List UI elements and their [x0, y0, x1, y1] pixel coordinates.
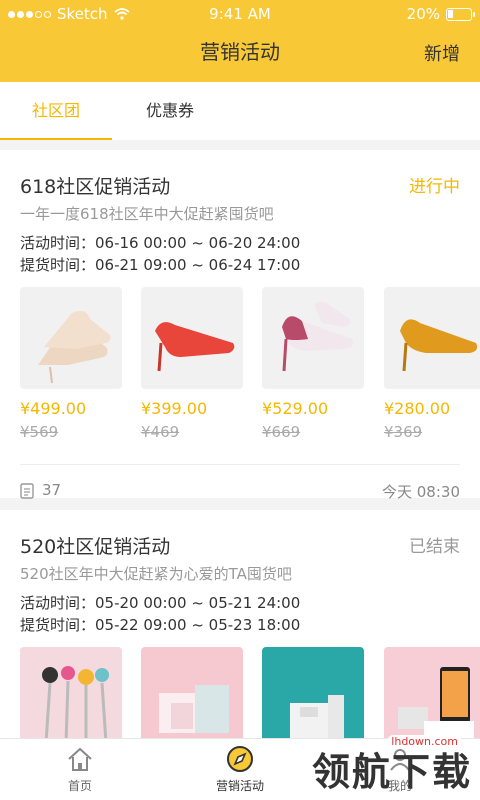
product-original-price: ¥669 — [262, 423, 301, 441]
tabbar-marketing[interactable]: 营销活动 — [192, 745, 288, 794]
home-icon — [68, 747, 92, 771]
product-item[interactable]: ¥529.00 ¥669 — [262, 287, 364, 441]
card-footer: 37 今天 08:30 — [20, 464, 460, 514]
add-button[interactable]: 新增 — [424, 40, 460, 66]
top-bar: Sketch 9:41 AM 20% 营销活动 新增 — [0, 0, 480, 82]
tabbar-label: 营销活动 — [215, 779, 264, 793]
clipboard-icon — [20, 482, 34, 499]
participant-count: 37 — [20, 481, 61, 499]
tabbar-label: 首页 — [67, 779, 92, 793]
product-list: ¥499.00 ¥569 ¥399.00 ¥469 ¥529.00 ¥669 ¥… — [20, 287, 480, 447]
product-price: ¥529.00 — [262, 399, 329, 418]
status-badge: 进行中 — [409, 177, 460, 197]
product-price: ¥399.00 — [141, 399, 208, 418]
product-original-price: ¥569 — [20, 423, 59, 441]
tabbar-home[interactable]: 首页 — [32, 745, 128, 794]
watermark-text: 领航下载 — [311, 750, 472, 794]
pickup-time: 提货时间：05-22 09:00 ~ 05-23 18:00 — [20, 616, 301, 634]
product-image-phone-stand — [384, 647, 480, 749]
product-item[interactable] — [384, 647, 480, 749]
battery-icon — [446, 7, 475, 21]
product-item[interactable]: ¥280.00 ¥369 — [384, 287, 480, 441]
product-image-pink-heel — [262, 287, 364, 389]
product-image-orange-heel — [384, 287, 480, 389]
product-item[interactable] — [262, 647, 364, 749]
product-item[interactable] — [141, 647, 243, 749]
product-price: ¥280.00 — [384, 399, 451, 418]
product-image-red-heel — [141, 287, 243, 389]
activity-description: 520社区年中大促赶紧为心爱的TA囤货吧 — [20, 565, 292, 583]
watermark: lhdown.com 领航下载 — [311, 735, 472, 796]
tab-community-group[interactable]: 社区团 — [0, 82, 112, 140]
product-image-tissue-box — [262, 647, 364, 749]
page-title: 营销活动 — [200, 40, 280, 64]
product-original-price: ¥469 — [141, 423, 180, 441]
activity-description: 一年一度618社区年中大促赶紧囤货吧 — [20, 205, 274, 223]
count-value: 37 — [42, 481, 62, 499]
product-image-nude-heel — [20, 287, 122, 389]
product-price: ¥499.00 — [20, 399, 87, 418]
product-item[interactable]: ¥399.00 ¥469 — [141, 287, 243, 441]
activity-title: 618社区促销活动 — [20, 176, 171, 198]
product-image-storage-box — [141, 647, 243, 749]
battery-percent: 20% — [406, 5, 440, 23]
tab-coupons[interactable]: 优惠券 — [112, 82, 228, 140]
watermark-url: lhdown.com — [387, 735, 462, 748]
activity-card[interactable]: 618社区促销活动 进行中 一年一度618社区年中大促赶紧囤货吧 活动时间：06… — [0, 150, 480, 501]
product-item[interactable]: ¥499.00 ¥569 — [20, 287, 122, 441]
product-image-cutlery — [20, 647, 122, 749]
activity-time: 活动时间：05-20 00:00 ~ 05-21 24:00 — [20, 594, 301, 612]
activity-timestamp: 今天 08:30 — [382, 483, 460, 501]
activity-title: 520社区促销活动 — [20, 536, 171, 558]
status-badge: 已结束 — [409, 537, 460, 557]
status-bar: Sketch 9:41 AM 20% — [0, 0, 480, 28]
pickup-time: 提货时间：06-21 09:00 ~ 06-24 17:00 — [20, 256, 301, 274]
activity-time: 活动时间：06-16 00:00 ~ 06-20 24:00 — [20, 234, 301, 252]
compass-icon — [227, 746, 253, 772]
battery-status: 20% — [406, 5, 475, 23]
segment-tabs: 社区团 优惠券 — [0, 82, 480, 140]
activity-card[interactable]: 520社区促销活动 已结束 520社区年中大促赶紧为心爱的TA囤货吧 活动时间：… — [0, 510, 480, 750]
product-original-price: ¥369 — [384, 423, 423, 441]
product-item[interactable] — [20, 647, 122, 749]
